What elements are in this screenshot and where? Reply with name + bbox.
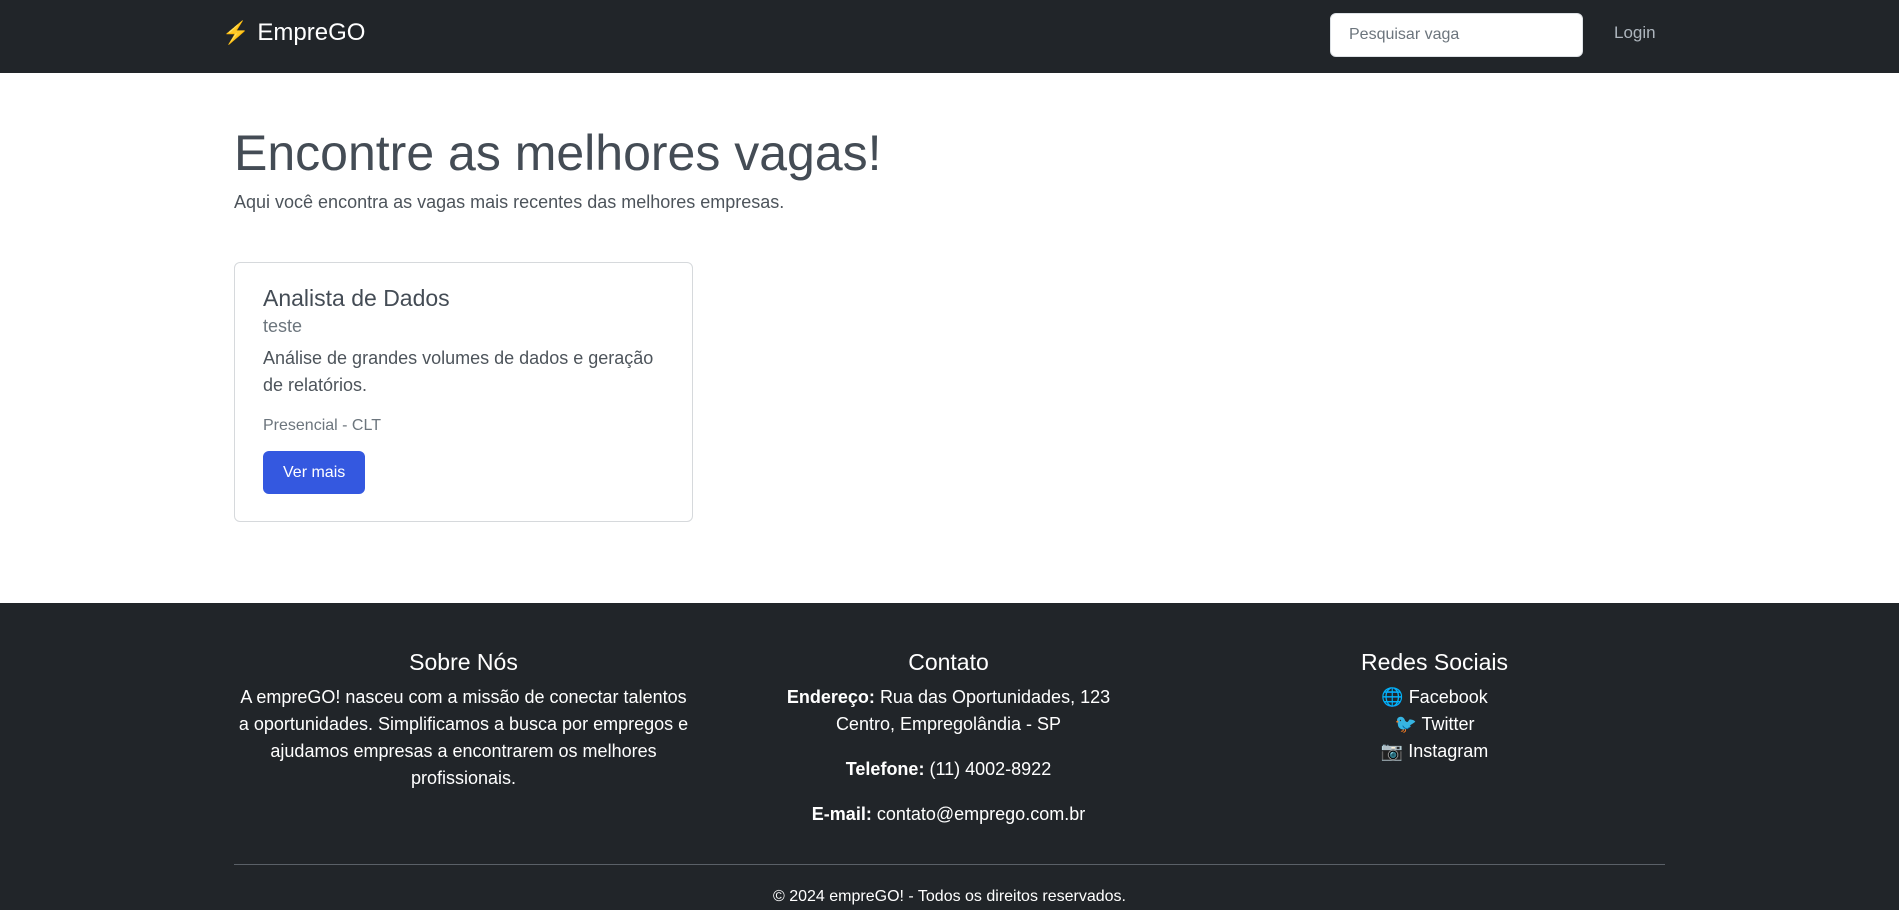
twitter-link[interactable]: 🐦 Twitter [1205, 711, 1664, 738]
footer-divider [234, 864, 1665, 865]
bird-icon: 🐦 [1394, 714, 1417, 734]
email-value: contato@emprego.com.br [876, 804, 1086, 824]
instagram-label: Instagram [1408, 741, 1489, 761]
twitter-label: Twitter [1421, 714, 1475, 734]
instagram-link[interactable]: 📷 Instagram [1205, 738, 1664, 765]
contact-address: Endereço: Rua das Oportunidades, 123 Cen… [719, 684, 1178, 738]
address-line2: Centro, Empregolândia - SP [835, 714, 1062, 734]
job-meta: Presencial - CLT [263, 417, 381, 434]
social-heading: Redes Sociais [1360, 649, 1509, 675]
view-more-button[interactable]: Ver mais [263, 451, 366, 494]
footer-contact: Contato Endereço: Rua das Oportunidades,… [719, 649, 1178, 846]
job-company: teste [263, 316, 303, 336]
navbar: ⚡ EmpreGO Login [0, 0, 1899, 73]
address-label: Endereço: [786, 687, 875, 707]
facebook-label: Facebook [1408, 687, 1488, 707]
phone-value: (11) 4002-8922 [929, 759, 1052, 779]
contact-email: E-mail: contato@emprego.com.br [719, 801, 1178, 828]
about-text: A empreGO! nasceu com a missão de conect… [238, 687, 689, 788]
globe-icon: 🌐 [1381, 687, 1404, 707]
contact-heading: Contato [908, 649, 989, 675]
about-heading: Sobre Nós [409, 649, 518, 675]
lightning-icon: ⚡ [222, 20, 250, 45]
address-line1: Rua das Oportunidades, 123 [879, 687, 1111, 707]
brand-logo[interactable]: ⚡ EmpreGO [222, 19, 365, 47]
brand-name: EmpreGO [257, 19, 366, 46]
footer-social: Redes Sociais 🌐 Facebook 🐦 Twitter 📷 Ins… [1205, 649, 1664, 765]
email-label: E-mail: [811, 804, 872, 824]
facebook-link[interactable]: 🌐 Facebook [1205, 684, 1664, 711]
job-title: Analista de Dados [263, 285, 450, 311]
copyright-text: © 2024 empreGO! - Todos os direitos rese… [773, 888, 1126, 905]
job-description: Análise de grandes volumes de dados e ge… [263, 348, 654, 395]
job-card: Analista de Dados teste Análise de grand… [234, 262, 693, 522]
footer: Sobre Nós A empreGO! nasceu com a missão… [0, 603, 1899, 910]
page-title: Encontre as melhores vagas! [234, 125, 882, 181]
contact-phone: Telefone: (11) 4002-8922 [719, 756, 1178, 783]
camera-icon: 📷 [1380, 741, 1404, 761]
footer-about: Sobre Nós A empreGO! nasceu com a missão… [234, 649, 693, 792]
page-subtitle: Aqui você encontra as vagas mais recente… [234, 192, 785, 212]
search-input[interactable] [1330, 13, 1583, 57]
phone-label: Telefone: [845, 759, 925, 779]
login-link[interactable]: Login [1614, 23, 1656, 43]
